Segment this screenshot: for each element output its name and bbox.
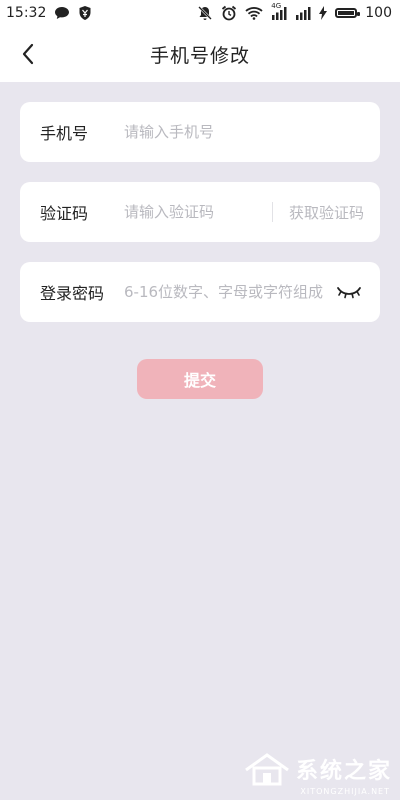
- password-visibility-toggle[interactable]: [336, 282, 364, 302]
- eye-closed-icon: [337, 287, 361, 299]
- phone-field-card: 手机号: [20, 102, 380, 162]
- wifi-icon: [245, 6, 263, 20]
- back-button[interactable]: [14, 40, 42, 68]
- shield-icon: [78, 5, 92, 21]
- mute-notification-icon: [197, 5, 213, 21]
- status-time: 15:32: [6, 5, 47, 21]
- password-input[interactable]: [124, 283, 330, 301]
- code-field-card: 验证码 获取验证码: [20, 182, 380, 242]
- battery-icon: [335, 8, 361, 18]
- code-input[interactable]: [124, 203, 264, 221]
- phone-input[interactable]: [124, 123, 364, 141]
- chat-bubble-icon: [54, 6, 70, 20]
- signal-icon: 4G: [271, 2, 287, 20]
- phone-label: 手机号: [40, 124, 89, 143]
- watermark-text: 系统之家: [295, 759, 392, 784]
- password-label: 登录密码: [40, 284, 105, 303]
- password-field-card: 登录密码: [20, 262, 380, 322]
- network-type-label: 4G: [271, 2, 282, 10]
- code-label: 验证码: [40, 204, 89, 223]
- watermark-subtext: XITONGZHIJIA.NET: [300, 787, 390, 796]
- alarm-icon: [221, 5, 237, 21]
- signal-icon-2: [295, 6, 311, 20]
- field-divider: [271, 202, 273, 222]
- header-bar: 手机号修改: [0, 26, 400, 82]
- watermark: 系统之家: [244, 752, 392, 786]
- page-title: 手机号修改: [149, 44, 250, 67]
- status-bar-left: 15:32: [0, 5, 92, 21]
- charging-icon: [319, 6, 328, 20]
- battery-level: 100: [365, 5, 392, 21]
- house-logo-icon: [245, 753, 289, 786]
- chevron-left-icon: [22, 43, 34, 65]
- status-bar-right: 4G 100: [197, 2, 400, 21]
- status-bar: 15:32 4G 100: [0, 0, 400, 26]
- get-code-button[interactable]: 获取验证码: [289, 202, 364, 223]
- submit-button[interactable]: 提交: [137, 359, 263, 399]
